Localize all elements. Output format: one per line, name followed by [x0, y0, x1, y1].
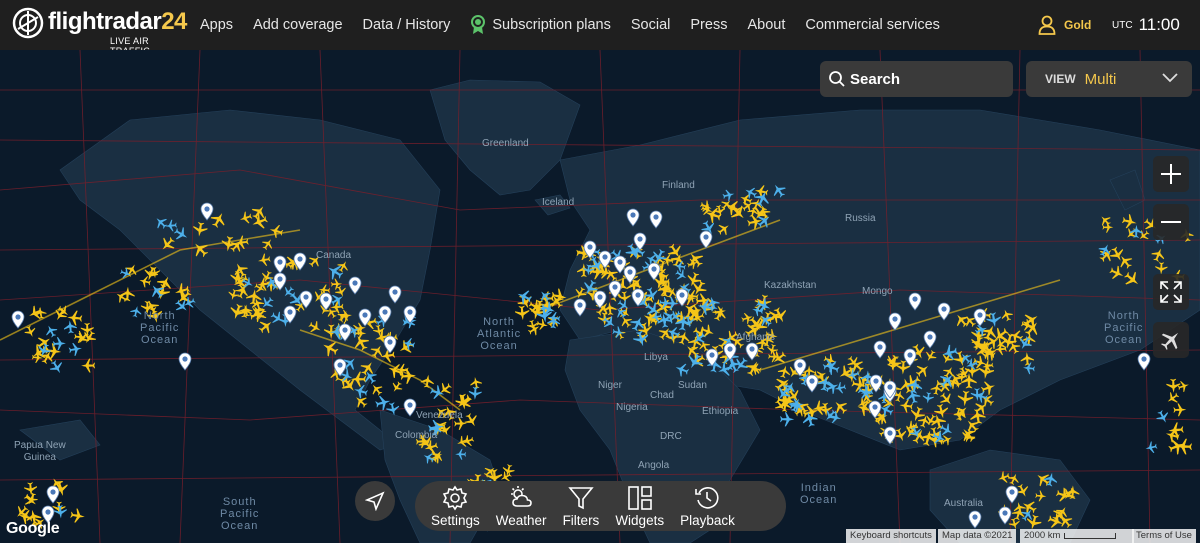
- map-scale-label: 2000 km: [1024, 530, 1061, 541]
- playback-icon: [695, 486, 719, 509]
- map-label-chad: Chad: [650, 390, 674, 401]
- map-label-colombia: Colombia: [395, 430, 438, 441]
- search-box[interactable]: Search: [820, 61, 1013, 97]
- map-label-ethiopia: Ethiopia: [702, 406, 739, 417]
- map-scale: 2000 km: [1020, 529, 1134, 543]
- map-label-north-atlantic: North Atlantic Ocean: [477, 316, 522, 352]
- map-label-russia: Russia: [845, 213, 876, 224]
- nav-about[interactable]: About: [737, 0, 795, 50]
- nav-press[interactable]: Press: [680, 0, 737, 50]
- widgets-button[interactable]: Widgets: [615, 485, 664, 528]
- map-label-venezuela: Venezuela: [416, 410, 463, 421]
- nav-apps[interactable]: Apps: [190, 0, 243, 50]
- map-label-libya: Libya: [644, 352, 668, 363]
- map-label-drc: DRC: [660, 431, 682, 442]
- map-scale-bar: [1064, 533, 1117, 539]
- map-label-finland: Finland: [662, 180, 695, 191]
- nav-subscription-plans[interactable]: Subscription plans: [460, 0, 621, 50]
- navigation-arrow-icon: [365, 491, 385, 511]
- view-label: VIEW: [1045, 72, 1076, 86]
- main-nav: Apps Add coverage Data / History Subscri…: [190, 0, 950, 50]
- logo-wordmark-part1: flightradar: [48, 8, 162, 35]
- flight-map[interactable]: Greenland Finland Iceland Russia Canada …: [0, 50, 1200, 543]
- view-value: Multi: [1084, 70, 1117, 88]
- locate-me-button[interactable]: [355, 481, 395, 521]
- weather-icon: [511, 485, 532, 507]
- zoom-in-icon: [1161, 164, 1181, 184]
- account-label: Gold: [1064, 18, 1092, 32]
- map-label-niger: Niger: [598, 380, 622, 391]
- settings-button[interactable]: Settings: [431, 485, 480, 528]
- nav-data-history-label: Data / History: [362, 17, 451, 33]
- map-label-canada: Canada: [316, 250, 352, 261]
- google-logo: Google: [6, 520, 60, 537]
- playback-button[interactable]: Playback: [680, 485, 735, 528]
- nav-social[interactable]: Social: [621, 0, 681, 50]
- bottom-toolbar: Settings Weather Filters Widgets Playbac…: [415, 481, 786, 531]
- aircraft-icon: [1161, 332, 1179, 350]
- map-label-indian-ocean: Indian Ocean: [800, 482, 838, 506]
- keyboard-shortcuts-link[interactable]: Keyboard shortcuts: [846, 529, 936, 543]
- zoom-out-icon: [1161, 221, 1181, 223]
- search-label: Search: [850, 70, 901, 88]
- terms-of-use-link[interactable]: Terms of Use: [1132, 529, 1196, 543]
- map-label-kazakhstan: Kazakhstan: [764, 280, 817, 291]
- search-icon: [829, 71, 845, 87]
- map-label-iceland: Iceland: [542, 197, 575, 208]
- nav-social-label: Social: [630, 17, 671, 33]
- nav-add-coverage[interactable]: Add coverage: [243, 0, 352, 50]
- weather-button[interactable]: Weather: [496, 485, 547, 528]
- widgets-label: Widgets: [615, 512, 665, 528]
- map-label-north-pacific-left: North Pacific Ocean: [140, 310, 180, 346]
- aircraft-labels-button[interactable]: [1153, 322, 1189, 358]
- map-label-north-pacific-right: North Pacific Ocean: [1104, 310, 1144, 346]
- account-gold-button[interactable]: Gold: [1038, 0, 1091, 50]
- chevron-down-icon: [1162, 73, 1178, 83]
- view-selector[interactable]: VIEW Multi: [1026, 61, 1192, 97]
- settings-gear-icon: [443, 485, 468, 510]
- fullscreen-icon: [1160, 281, 1182, 303]
- widgets-icon: [627, 485, 652, 510]
- zoom-out-button[interactable]: [1153, 204, 1189, 240]
- map-label-mongolia: Mongo: [862, 286, 893, 297]
- map-label-nigeria: Nigeria: [616, 402, 648, 413]
- weather-label: Weather: [495, 512, 547, 528]
- logo-wordmark: flightradar24: [48, 8, 187, 36]
- nav-commercial-services[interactable]: Commercial services: [795, 0, 950, 50]
- logo-wordmark-part2: 24: [161, 8, 187, 35]
- map-label-south-pacific: South Pacific Ocean: [220, 496, 260, 532]
- clock-zone: UTC: [1112, 19, 1133, 31]
- map-label-sudan: Sudan: [678, 380, 707, 391]
- zoom-in-button[interactable]: [1153, 156, 1189, 192]
- ribbon-icon: [471, 15, 486, 34]
- map-label-australia: Australia: [944, 498, 983, 509]
- map-label-angola: Angola: [638, 460, 670, 471]
- filters-button[interactable]: Filters: [562, 485, 600, 528]
- nav-commercial-services-label: Commercial services: [805, 17, 940, 33]
- user-icon: [1038, 15, 1056, 35]
- nav-add-coverage-label: Add coverage: [253, 17, 343, 33]
- map-label-afghanistan: Afghanis: [736, 332, 775, 343]
- settings-label: Settings: [431, 512, 480, 528]
- logo-mark-icon: [12, 7, 44, 39]
- flightradar24-logo[interactable]: flightradar24 LIVE AIR TRAFFIC: [10, 5, 190, 56]
- nav-press-label: Press: [690, 17, 728, 33]
- map-data-label: Map data ©2021: [938, 529, 1017, 543]
- filters-label: Filters: [562, 512, 600, 528]
- nav-data-history[interactable]: Data / History: [353, 0, 461, 50]
- map-background: [0, 50, 1200, 543]
- utc-clock: UTC 11:00: [1112, 0, 1180, 50]
- nav-apps-label: Apps: [200, 17, 234, 33]
- map-label-greenland: Greenland: [482, 138, 529, 149]
- top-navigation-bar: flightradar24 LIVE AIR TRAFFIC Apps Add …: [0, 0, 1200, 56]
- map-label-papua-new-guinea: Papua New Guinea: [14, 440, 66, 463]
- nav-about-label: About: [747, 17, 786, 33]
- filter-icon: [568, 486, 594, 509]
- nav-subscription-plans-label: Subscription plans: [492, 17, 611, 33]
- clock-time: 11:00: [1138, 15, 1180, 34]
- fullscreen-button[interactable]: [1153, 274, 1189, 310]
- playback-label: Playback: [680, 512, 735, 528]
